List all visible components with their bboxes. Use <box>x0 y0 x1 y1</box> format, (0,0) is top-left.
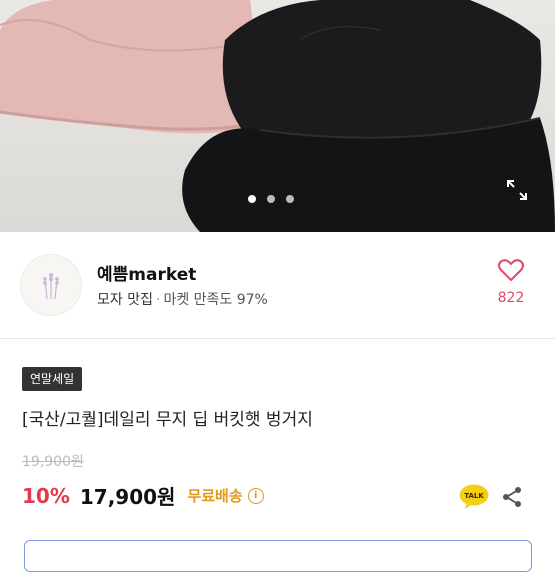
seller-logo[interactable] <box>20 254 82 316</box>
carousel-dot-active[interactable] <box>248 195 256 203</box>
like-button[interactable]: 822 <box>490 258 532 306</box>
separator: · <box>155 292 161 308</box>
free-shipping-label: 무료배송 <box>187 487 243 505</box>
product-image[interactable] <box>0 0 555 232</box>
product-title: [국산/고퀄]데일리 무지 딥 버킷햇 벙거지 <box>22 410 313 430</box>
option-select-box[interactable] <box>24 540 532 572</box>
like-count: 822 <box>497 290 525 306</box>
sale-price: 17,900원 <box>79 485 176 509</box>
info-icon[interactable]: i <box>247 487 264 504</box>
price-row: 10% 17,900원 무료배송 i <box>22 481 264 510</box>
seller-row[interactable]: 예쁨market 모자 맛집 · 마켓 만족도 97% 822 <box>0 232 555 338</box>
share-icon[interactable] <box>500 485 524 509</box>
lavender-logo-icon <box>43 273 59 300</box>
sale-badge: 연말세일 <box>22 367 83 391</box>
talk-button[interactable]: TALK <box>459 484 489 510</box>
section-divider <box>0 338 555 339</box>
carousel-dot[interactable] <box>267 195 275 203</box>
seller-name[interactable]: 예쁨market <box>97 260 196 285</box>
seller-satisfaction: 마켓 만족도 97% <box>163 292 268 308</box>
talk-label: TALK <box>464 492 484 500</box>
heart-icon <box>498 259 524 281</box>
discount-rate: 10% <box>22 483 70 508</box>
seller-category: 모자 맛집 <box>97 292 153 308</box>
seller-subtitle: 모자 맛집 · 마켓 만족도 97% <box>97 289 268 309</box>
carousel-dot[interactable] <box>286 195 294 203</box>
talk-icon: TALK <box>459 484 489 509</box>
original-price: 19,900원 <box>22 454 84 470</box>
carousel-indicator <box>248 195 294 203</box>
expand-icon[interactable] <box>499 172 535 208</box>
